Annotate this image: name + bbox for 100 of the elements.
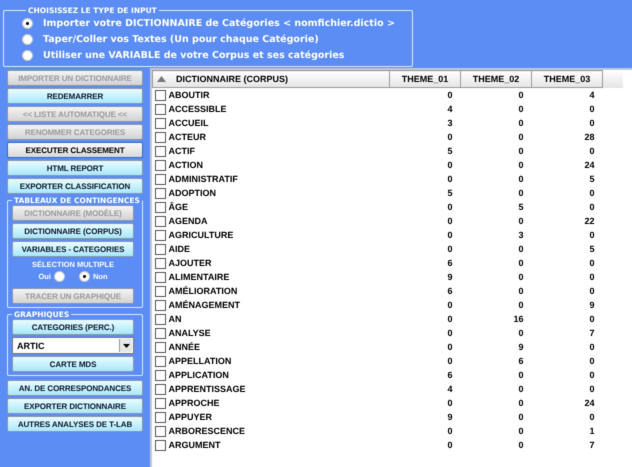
count-cell: 5 [589,244,594,254]
count-cell: 9 [447,272,452,282]
count-cell: 6 [518,356,524,366]
action-button[interactable]: EXPORTER CLASSIFICATION [7,178,143,194]
action-button[interactable]: REDEMARRER [7,88,143,104]
word-cell: ADOPTION [168,188,216,198]
count-cell: 0 [447,202,452,212]
action-button[interactable]: HTML REPORT [7,160,143,176]
count-cell: 9 [447,412,452,422]
count-cell: 0 [589,342,594,352]
count-cell: 6 [447,286,452,296]
count-cell: 0 [518,272,524,282]
count-cell: 0 [447,300,452,310]
action-button[interactable]: AUTRES ANALYSES DE T-LAB [7,416,143,432]
word-cell: AIDE [168,244,190,254]
count-cell: 0 [518,440,524,450]
radio-label: Utiliser une VARIABLE de votre Corpus et ses catégories [43,50,344,60]
count-cell: 22 [584,216,594,226]
count-cell: 7 [589,328,594,338]
count-cell: 1 [589,426,594,436]
count-cell: 0 [447,342,452,352]
action-button[interactable]: AN. DE CORRESPONDANCES [7,380,143,396]
count-cell: 0 [447,90,452,100]
count-cell: 9 [589,300,594,310]
count-cell: 0 [447,230,452,240]
count-cell: 0 [518,412,524,422]
word-cell: AGRICULTURE [168,230,234,240]
word-cell: AN [168,314,182,324]
count-cell: 0 [447,244,452,254]
count-cell: 0 [447,328,452,338]
action-button[interactable]: CATEGORIES (PERC.) [12,319,134,335]
count-cell: 0 [447,440,452,450]
count-cell: 0 [518,160,524,170]
count-cell: 0 [518,174,524,184]
count-cell: 0 [589,146,594,156]
word-cell: APPELLATION [168,356,232,366]
count-cell: 0 [589,356,594,366]
word-cell: ÂGE [168,202,188,212]
word-cell: APPROCHE [168,398,220,408]
count-cell: 0 [589,384,594,394]
count-cell: 0 [447,356,452,366]
action-button[interactable]: EXPORTER DICTIONNAIRE [7,398,143,414]
word-cell: ANALYSE [168,328,211,338]
word-cell: ALIMENTAIRE [168,272,230,282]
count-cell: 4 [447,384,452,394]
count-cell: 4 [589,90,594,100]
count-cell: 7 [589,440,594,450]
word-cell: APPUYER [168,412,212,422]
count-cell: 0 [447,426,452,436]
count-cell: 24 [584,398,594,408]
count-cell: 0 [589,188,594,198]
word-cell: ACCUEIL [168,118,208,128]
count-cell: 9 [518,342,524,352]
count-cell: 3 [447,118,452,128]
count-cell: 0 [447,132,452,142]
count-cell: 0 [518,90,524,100]
count-cell: 0 [589,230,594,240]
count-cell: 0 [518,188,524,198]
word-cell: ARGUMENT [168,440,220,450]
action-button[interactable]: CARTE MDS [12,356,134,372]
count-cell: 0 [589,286,594,296]
count-cell: 0 [518,300,524,310]
count-cell: 5 [447,146,452,156]
radio-label: Importer votre DICTIONNAIRE de Catégories < nomfichier.dictio > [43,18,395,28]
count-cell: 24 [584,160,594,170]
count-cell: 0 [518,398,524,408]
column-header[interactable]: DICTIONNAIRE (CORPUS) [152,70,390,88]
action-button[interactable]: VARIABLES - CATEGORIES [12,241,134,257]
column-header[interactable]: THEME_02 [460,70,532,88]
word-cell: ACTION [168,160,203,170]
count-cell: 0 [447,398,452,408]
action-button[interactable]: EXECUTER CLASSEMENT [7,142,143,158]
word-cell: AMÉLIORATION [168,286,238,296]
count-cell: 0 [589,412,594,422]
count-cell: 5 [447,188,452,198]
count-cell: 0 [518,328,524,338]
count-cell: 0 [518,384,524,394]
count-cell: 0 [518,104,524,114]
count-cell: 4 [447,104,452,114]
dropdown[interactable]: ARTIC [12,337,134,354]
word-cell: APPRENTISSAGE [168,384,246,394]
count-cell: 0 [589,272,594,282]
count-cell: 0 [447,160,452,170]
count-cell: 0 [518,132,524,142]
column-header[interactable]: THEME_01 [390,70,460,88]
word-cell: AMÉNAGEMENT [168,300,240,310]
action-button[interactable]: DICTIONNAIRE (CORPUS) [12,223,134,239]
count-cell: 16 [513,314,524,324]
word-cell: ANNÉE [168,342,200,352]
radio-label: Taper/Coller vos Textes (Un pour chaque Catégorie) [43,34,319,44]
column-header[interactable]: THEME_03 [532,70,602,88]
word-cell: APPLICATION [168,370,229,380]
count-cell: 0 [447,314,452,324]
count-cell: 5 [589,174,594,184]
count-cell: 0 [518,216,524,226]
count-cell: 0 [589,258,594,268]
count-cell: 0 [518,146,524,156]
count-cell: 0 [589,370,594,380]
count-cell: 3 [518,230,524,240]
count-cell: 0 [447,216,452,226]
